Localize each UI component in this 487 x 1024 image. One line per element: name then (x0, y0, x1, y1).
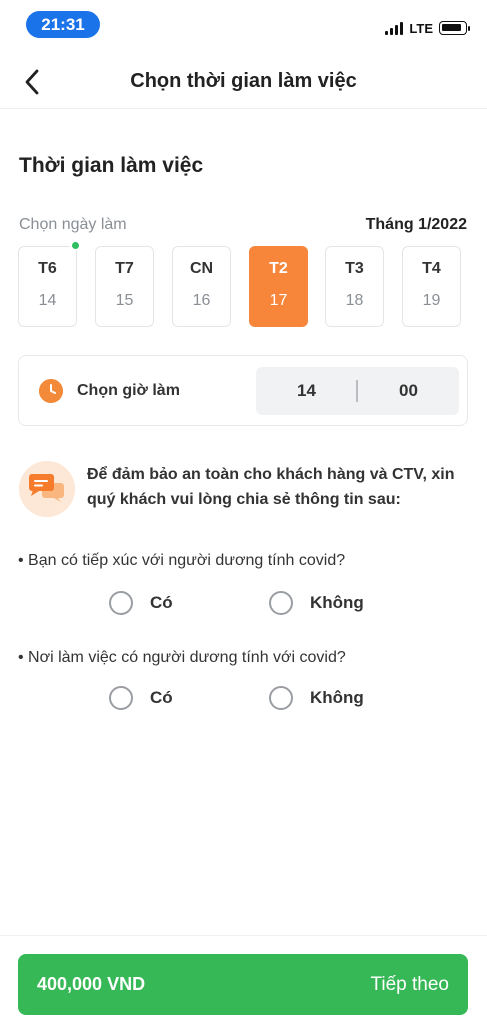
day-date: 14 (38, 292, 57, 309)
network-label: LTE (409, 20, 433, 36)
pick-day-label: Chọn ngày làm (19, 216, 127, 233)
signal-icon (385, 21, 404, 35)
covid-question-1: • Bạn có tiếp xúc với người dương tính c… (18, 552, 346, 569)
day-selector: T6 14 T7 15 CN 16 T2 17 T3 18 T4 19 (18, 246, 470, 327)
day-name: CN (189, 260, 214, 277)
day-date: 16 (192, 292, 211, 309)
time-picker-card: Chọn giờ làm 14 00 (18, 355, 468, 426)
day-item-t6[interactable]: T6 14 (18, 246, 77, 327)
day-date: 18 (345, 292, 364, 309)
option-label: Có (150, 688, 173, 707)
status-bar: 21:31 LTE (0, 0, 487, 50)
day-name: T4 (422, 260, 441, 277)
today-indicator-dot (70, 240, 81, 251)
next-button[interactable]: 400,000 VND Tiếp theo (18, 954, 468, 1015)
battery-icon (439, 21, 470, 35)
q1-option-no[interactable]: Không (269, 591, 364, 615)
q2-option-yes[interactable]: Có (109, 686, 173, 710)
day-date: 17 (269, 292, 288, 309)
day-name: T3 (345, 260, 364, 277)
minute-value[interactable]: 00 (358, 381, 459, 401)
day-name: T6 (38, 260, 57, 277)
radio-icon[interactable] (269, 686, 293, 710)
screen: 21:31 LTE Chọn thời gian làm việc Thời g… (0, 0, 487, 1024)
day-name: T7 (115, 260, 134, 277)
covid-notice-text: Để đảm bảo an toàn cho khách hàng và CTV… (87, 466, 455, 508)
option-label: Không (310, 688, 364, 707)
month-label: Tháng 1/2022 (365, 216, 467, 233)
day-date: 19 (422, 292, 441, 309)
radio-icon[interactable] (109, 686, 133, 710)
time-value-box[interactable]: 14 00 (256, 367, 459, 415)
day-item-t7[interactable]: T7 15 (95, 246, 154, 327)
status-time: 21:31 (26, 11, 100, 38)
option-label: Không (310, 593, 364, 612)
q2-option-no[interactable]: Không (269, 686, 364, 710)
covid-question-2: • Nơi làm việc có người dương tính với c… (18, 649, 346, 666)
footer-bar: 400,000 VND Tiếp theo (0, 935, 487, 1024)
chat-bubbles-icon (19, 461, 75, 517)
day-item-t2-selected[interactable]: T2 17 (249, 246, 308, 327)
day-item-t3[interactable]: T3 18 (325, 246, 384, 327)
radio-icon[interactable] (109, 591, 133, 615)
price-label: 400,000 VND (37, 974, 146, 994)
next-label: Tiếp theo (370, 974, 449, 995)
day-item-cn[interactable]: CN 16 (172, 246, 231, 327)
hour-value[interactable]: 14 (256, 381, 357, 401)
app-header: Chọn thời gian làm việc (0, 55, 487, 109)
day-name: T2 (269, 260, 288, 277)
section-title: Thời gian làm việc (19, 154, 204, 177)
option-label: Có (150, 593, 173, 612)
clock-icon (39, 379, 63, 403)
pick-time-label: Chọn giờ làm (77, 382, 180, 399)
radio-icon[interactable] (269, 591, 293, 615)
page-title: Chọn thời gian làm việc (130, 70, 357, 92)
day-item-t4[interactable]: T4 19 (402, 246, 461, 327)
day-date: 15 (115, 292, 134, 309)
status-icons: LTE (385, 19, 470, 37)
q1-option-yes[interactable]: Có (109, 591, 173, 615)
